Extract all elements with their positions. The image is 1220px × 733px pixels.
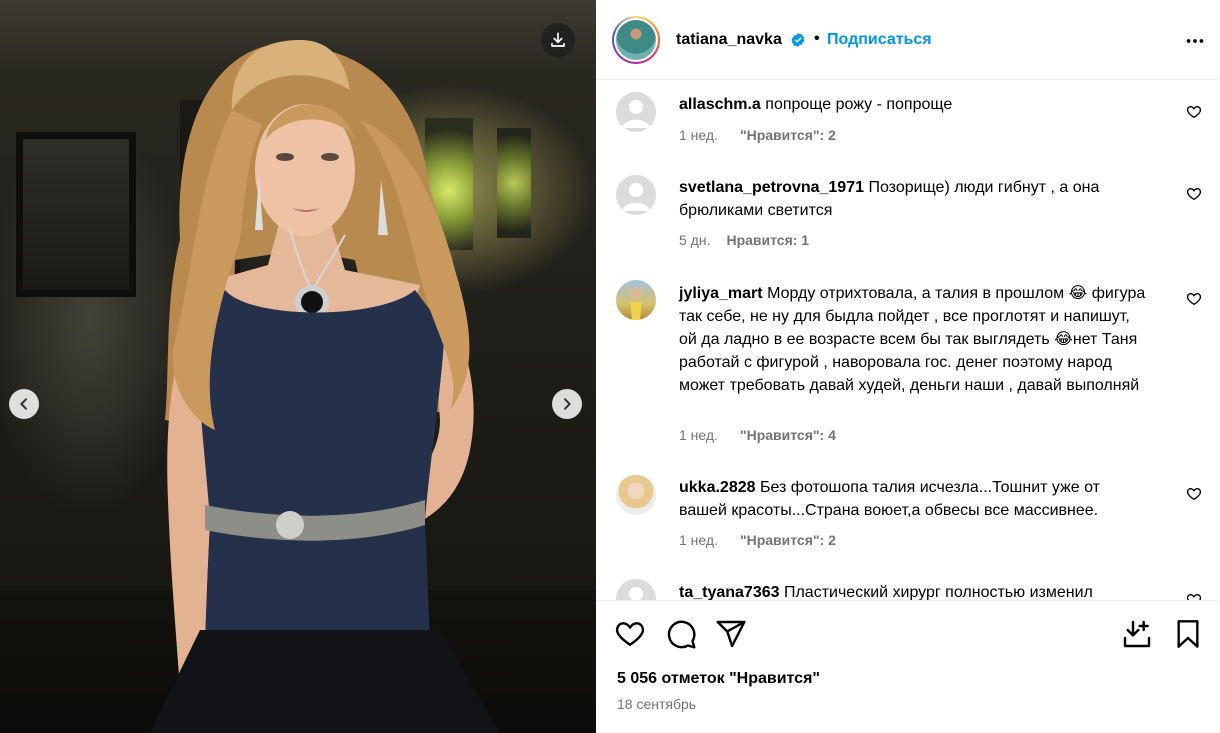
comment-username[interactable]: ukka.2828 xyxy=(679,479,756,496)
comment-time[interactable]: 5 дн. xyxy=(679,232,710,248)
post-photo-figure xyxy=(150,40,500,733)
comment-likes[interactable]: "Нравится": 4 xyxy=(740,427,836,443)
default-avatar[interactable] xyxy=(616,92,656,132)
author-username[interactable]: tatiana_navka xyxy=(676,31,782,49)
heart-icon[interactable] xyxy=(1186,291,1202,307)
photo-avatar[interactable] xyxy=(616,475,656,515)
heart-icon[interactable] xyxy=(1186,592,1202,600)
heart-icon[interactable] xyxy=(1186,104,1202,120)
heart-icon[interactable] xyxy=(1186,186,1202,202)
comment-likes[interactable]: "Нравится": 2 xyxy=(740,532,836,548)
follow-button[interactable]: Подписаться xyxy=(827,31,932,49)
verified-badge-icon xyxy=(791,33,805,47)
comment-likes[interactable]: Нравится: 1 xyxy=(726,232,809,248)
comment-text: попроще рожу - попроще xyxy=(765,96,953,113)
comment-icon[interactable] xyxy=(665,618,697,650)
comment-username[interactable]: jyliya_mart xyxy=(679,285,763,302)
comment-time[interactable]: 1 нед. xyxy=(679,127,718,143)
chevron-left-icon xyxy=(20,398,27,410)
heart-icon[interactable] xyxy=(1186,486,1202,502)
next-media-button[interactable] xyxy=(552,389,582,419)
download-icon xyxy=(551,32,565,47)
comment-time[interactable]: 1 нед. xyxy=(679,427,718,443)
comment-username[interactable]: svetlana_petrovna_1971 xyxy=(679,179,864,196)
heart-icon[interactable] xyxy=(614,618,646,650)
likes-count[interactable]: 5 056 отметок "Нравится" xyxy=(617,670,820,688)
comments-list[interactable]: allaschm.a попроще рожу - попроще 1 нед.… xyxy=(596,81,1220,600)
post-date[interactable]: 18 сентябрь xyxy=(617,696,696,712)
author-avatar[interactable] xyxy=(612,16,660,64)
post-header: tatiana_navka • Подписаться xyxy=(596,0,1220,80)
download-button[interactable] xyxy=(541,23,575,57)
save-download-icon[interactable] xyxy=(1121,618,1153,650)
comment-username[interactable]: ta_tyana7363 xyxy=(679,584,780,600)
default-avatar[interactable] xyxy=(616,579,656,600)
post-media xyxy=(0,0,596,733)
default-avatar[interactable] xyxy=(616,175,656,215)
comment-text: Пластический хирург полностью изменил xyxy=(783,584,1093,600)
bookmark-icon[interactable] xyxy=(1172,618,1204,650)
chevron-right-icon xyxy=(564,398,571,410)
comment-username[interactable]: allaschm.a xyxy=(679,96,761,113)
more-horizontal-icon[interactable] xyxy=(1184,30,1206,52)
comment-time[interactable]: 1 нед. xyxy=(679,532,718,548)
header-separator: • xyxy=(814,30,820,47)
post-actions-bar xyxy=(596,600,1220,733)
previous-media-button[interactable] xyxy=(9,389,39,419)
photo-avatar[interactable] xyxy=(616,280,656,320)
comment-likes[interactable]: "Нравится": 2 xyxy=(740,127,836,143)
post-side-panel: tatiana_navka • Подписаться allaschm.a п… xyxy=(596,0,1220,733)
share-icon[interactable] xyxy=(715,618,747,650)
